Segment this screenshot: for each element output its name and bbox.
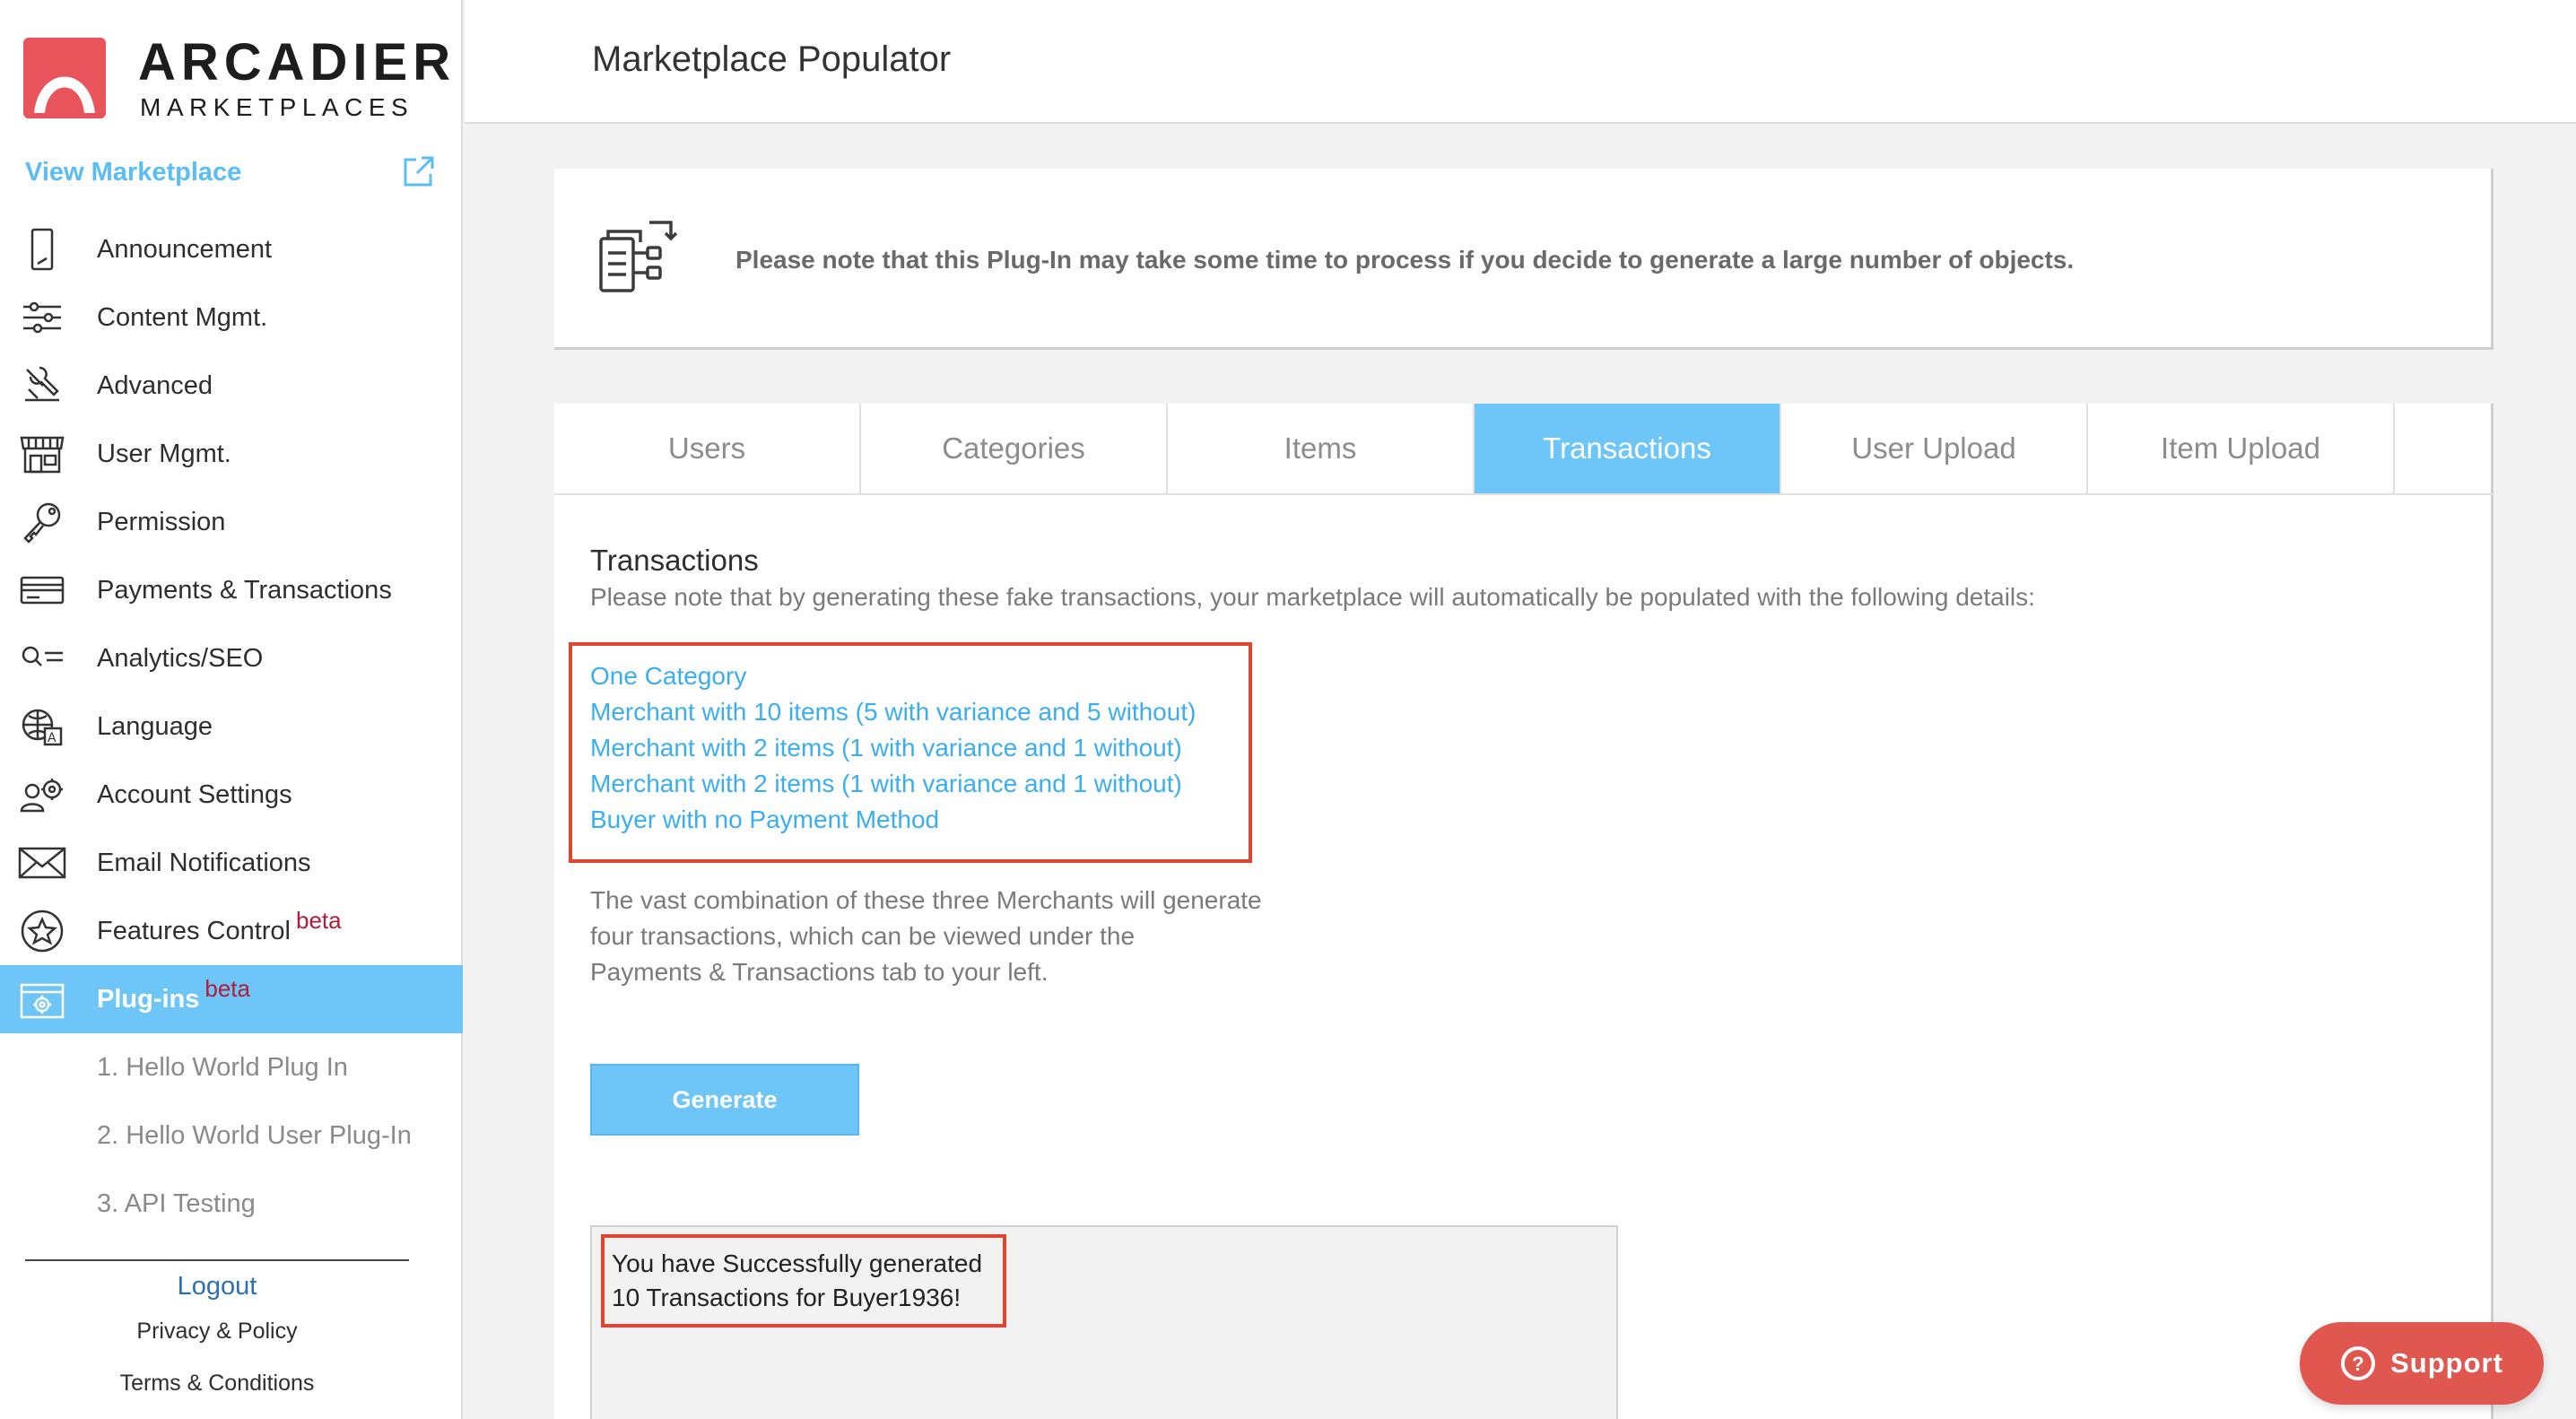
sidebar-divider — [25, 1259, 409, 1261]
sidebar-item-payments-transactions[interactable]: Payments & Transactions — [0, 556, 463, 624]
wrench-icon — [25, 366, 59, 402]
beta-badge: beta — [205, 974, 250, 1002]
list-item: Merchant with 2 items (1 with variance a… — [590, 734, 1182, 762]
view-marketplace-link[interactable]: View Marketplace — [25, 158, 241, 187]
page-title: Marketplace Populator — [592, 39, 952, 79]
list-item: One Category — [590, 662, 747, 690]
sidebar-item-label: Features Control beta — [97, 906, 342, 945]
sidebar-subitem-hello-world-user[interactable]: 2. Hello World User Plug-In — [0, 1101, 463, 1170]
tab-bar: Users Categories Items Transactions User… — [554, 404, 2493, 495]
sidebar-item-label: Email Notifications — [97, 848, 311, 877]
notice-card: Please note that this Plug-In may take s… — [554, 169, 2493, 350]
card-icon — [20, 576, 65, 605]
page-header: Marketplace Populator — [465, 0, 2576, 124]
list-item: Merchant with 2 items (1 with variance a… — [590, 770, 1182, 797]
envelope-icon — [18, 847, 66, 879]
notice-text: Please note that this Plug-In may take s… — [735, 246, 2075, 274]
data-transfer-icon — [599, 221, 678, 292]
sidebar: ARCADIER MARKETPLACES View Marketplace A… — [0, 0, 463, 1419]
brand-name: ARCADIER — [138, 33, 457, 91]
sidebar-item-label: Permission — [97, 507, 226, 536]
tab-items[interactable]: Items — [1168, 404, 1475, 493]
beta-badge: beta — [296, 906, 342, 934]
svg-text:?: ? — [2352, 1353, 2363, 1375]
sliders-icon — [23, 301, 61, 334]
sidebar-item-label: Advanced — [97, 370, 213, 400]
sidebar-item-label: Payments & Transactions — [97, 575, 392, 605]
globe-icon: A — [22, 709, 63, 746]
support-button[interactable]: ? Support — [2300, 1322, 2544, 1405]
result-message: You have Successfully generated 10 Trans… — [612, 1247, 982, 1315]
sidebar-subitem-hello-world[interactable]: 1. Hello World Plug In — [0, 1033, 463, 1101]
sidebar-item-label: Account Settings — [97, 779, 292, 809]
support-label: Support — [2390, 1347, 2503, 1379]
sidebar-item-label: Announcement — [97, 234, 273, 264]
transactions-heading: Transactions — [590, 544, 759, 577]
sidebar-item-advanced[interactable]: Advanced — [0, 352, 463, 420]
sidebar-item-label: Plug-ins beta — [97, 974, 250, 1014]
result-line: You have Successfully generated — [612, 1249, 983, 1277]
external-link-icon[interactable] — [402, 154, 436, 188]
combination-line: four transactions, which can be viewed u… — [590, 922, 1136, 950]
sidebar-item-label: Content Mgmt. — [97, 302, 268, 332]
sidebar-item-analytics-seo[interactable]: Analytics/SEO — [0, 624, 463, 692]
transactions-description: Please note that by generating these fak… — [590, 583, 2035, 611]
list-item: Buyer with no Payment Method — [590, 805, 940, 833]
store-icon — [20, 436, 65, 474]
sidebar-item-features-control[interactable]: Features Control beta — [0, 897, 463, 965]
question-icon: ? — [2341, 1346, 2376, 1380]
tablet-icon — [30, 228, 54, 271]
combination-line: Payments & Transactions tab to your left… — [590, 958, 1049, 986]
tab-item-upload[interactable]: Item Upload — [2088, 404, 2395, 493]
tab-users[interactable]: Users — [554, 404, 861, 493]
sidebar-item-email-notifications[interactable]: Email Notifications — [0, 829, 463, 897]
sidebar-item-language[interactable]: A Language — [0, 692, 463, 761]
sidebar-item-content-mgmt[interactable]: Content Mgmt. — [0, 283, 463, 352]
combination-line: The vast combination of these three Merc… — [590, 886, 1262, 914]
svg-text:A: A — [48, 731, 57, 745]
tab-transactions[interactable]: Transactions — [1475, 404, 1781, 493]
generate-button[interactable]: Generate — [590, 1064, 859, 1136]
star-icon — [21, 910, 64, 953]
sidebar-item-account-settings[interactable]: Account Settings — [0, 761, 463, 829]
magnifier-icon — [22, 646, 63, 666]
sidebar-subitem-api-testing[interactable]: 3. API Testing — [0, 1170, 463, 1238]
sidebar-item-label: Language — [97, 711, 213, 741]
plugin-icon — [20, 983, 65, 1019]
populator-panel: Users Categories Items Transactions User… — [554, 404, 2493, 1419]
list-item: Merchant with 10 items (5 with variance … — [590, 698, 1197, 726]
users-gear-icon — [20, 779, 63, 813]
tab-categories[interactable]: Categories — [861, 404, 1168, 493]
privacy-policy-link[interactable]: Privacy & Policy — [0, 1319, 434, 1345]
result-output-area: You have Successfully generated 10 Trans… — [590, 1225, 1618, 1419]
combination-note: The vast combination of these three Merc… — [590, 883, 1262, 990]
details-list: One Category Merchant with 10 items (5 w… — [590, 658, 1196, 838]
sidebar-item-plug-ins[interactable]: Plug-ins beta — [0, 965, 463, 1033]
arcadier-logo-icon — [23, 38, 106, 118]
key-icon — [23, 502, 61, 544]
sidebar-item-user-mgmt[interactable]: User Mgmt. — [0, 420, 463, 488]
arcadier-logo[interactable]: ARCADIER MARKETPLACES — [23, 34, 450, 124]
tab-user-upload[interactable]: User Upload — [1781, 404, 2088, 493]
sidebar-nav: Announcement Content Mgmt. Advanced User… — [0, 215, 463, 1238]
terms-conditions-link[interactable]: Terms & Conditions — [0, 1371, 434, 1397]
sidebar-item-label: Analytics/SEO — [97, 643, 264, 673]
logout-link[interactable]: Logout — [0, 1272, 434, 1301]
brand-subtitle: MARKETPLACES — [140, 93, 414, 121]
result-line: 10 Transactions for Buyer1936! — [612, 1284, 962, 1311]
sidebar-item-label: User Mgmt. — [97, 439, 231, 468]
sidebar-item-announcement[interactable]: Announcement — [0, 215, 463, 283]
sidebar-item-permission[interactable]: Permission — [0, 488, 463, 556]
